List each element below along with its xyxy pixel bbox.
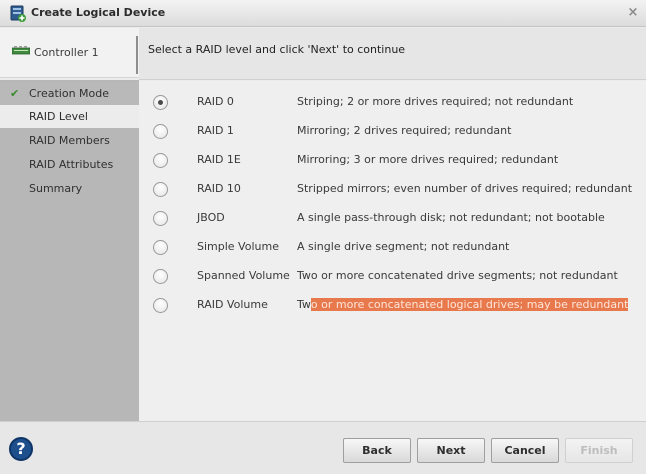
raid-option-description: A single pass-through disk; not redundan… [297,211,605,224]
raid-option-label[interactable]: RAID Volume [197,298,268,311]
jbod-radio[interactable] [153,211,168,226]
help-icon[interactable]: ? [9,437,33,461]
simple-volume-radio[interactable] [153,240,168,255]
back-button[interactable]: Back [343,438,411,463]
raid-option-label[interactable]: RAID 1E [197,153,241,166]
finish-button[interactable]: Finish [565,438,633,463]
highlighted-description-text: o or more concatenated logical drives; m… [310,298,629,311]
step-label: Creation Mode [29,87,110,100]
description-prefix: Tw [297,298,311,311]
raid-option-raid-1: RAID 1 Mirroring; 2 drives required; red… [139,122,646,144]
raid-option-simple-volume: Simple Volume A single drive segment; no… [139,238,646,260]
raid-option-description: Two or more concatenated logical drives;… [297,298,629,311]
controller-label: Controller 1 [34,46,99,59]
step-label: RAID Members [29,134,110,147]
raid-volume-radio[interactable] [153,298,168,313]
raid-option-label[interactable]: RAID 1 [197,124,234,137]
step-raid-members[interactable]: RAID Members [0,129,139,152]
window-title: Create Logical Device [31,6,166,19]
raid-option-description: Two or more concatenated drive segments;… [297,269,618,282]
raid-option-description: A single drive segment; not redundant [297,240,510,253]
raid-option-description: Striping; 2 or more drives required; not… [297,95,574,108]
controller-icon [12,46,30,55]
raid-option-label[interactable]: RAID 0 [197,95,234,108]
raid-option-raid-0: RAID 0 Striping; 2 or more drives requir… [139,93,646,115]
radio-selected-dot [158,100,163,105]
wizard-steps-sidebar: ✔ Creation Mode RAID Level RAID Members … [0,80,139,421]
raid-option-raid-volume: RAID Volume Two or more concatenated log… [139,296,646,318]
step-label: RAID Level [29,110,88,123]
raid-0-radio[interactable] [153,95,168,110]
raid-option-description: Mirroring; 3 or more drives required; re… [297,153,559,166]
raid-option-label[interactable]: JBOD [197,211,225,224]
raid-option-jbod: JBOD A single pass-through disk; not red… [139,209,646,231]
controller-header: Controller 1 [0,28,139,78]
raid-option-spanned-volume: Spanned Volume Two or more concatenated … [139,267,646,289]
checkmark-icon: ✔ [10,87,20,100]
cancel-button[interactable]: Cancel [491,438,559,463]
raid-option-label[interactable]: Simple Volume [197,240,279,253]
next-button[interactable]: Next [417,438,485,463]
header-divider [136,36,138,74]
close-icon[interactable]: × [626,6,640,20]
raid-10-radio[interactable] [153,182,168,197]
raid-1e-radio[interactable] [153,153,168,168]
step-summary[interactable]: Summary [0,177,139,200]
step-raid-attributes[interactable]: RAID Attributes [0,153,139,176]
raid-option-raid-1e: RAID 1E Mirroring; 3 or more drives requ… [139,151,646,173]
logical-device-icon [10,5,26,22]
instruction-text: Select a RAID level and click 'Next' to … [148,43,406,56]
raid-option-label[interactable]: RAID 10 [197,182,241,195]
raid-option-description: Mirroring; 2 drives required; redundant [297,124,512,137]
step-creation-mode[interactable]: ✔ Creation Mode [0,82,139,105]
instruction-header: Select a RAID level and click 'Next' to … [139,28,646,80]
raid-option-raid-10: RAID 10 Stripped mirrors; even number of… [139,180,646,202]
raid-1-radio[interactable] [153,124,168,139]
step-label: RAID Attributes [29,158,114,171]
title-bar: Create Logical Device × [0,0,646,27]
raid-option-label[interactable]: Spanned Volume [197,269,290,282]
step-label: Summary [29,182,83,195]
raid-option-description: Stripped mirrors; even number of drives … [297,182,633,195]
raid-level-options: RAID 0 Striping; 2 or more drives requir… [139,81,646,421]
spanned-volume-radio[interactable] [153,269,168,284]
dialog-footer: ? Back Next Cancel Finish [0,421,646,474]
step-raid-level[interactable]: RAID Level [0,105,139,128]
